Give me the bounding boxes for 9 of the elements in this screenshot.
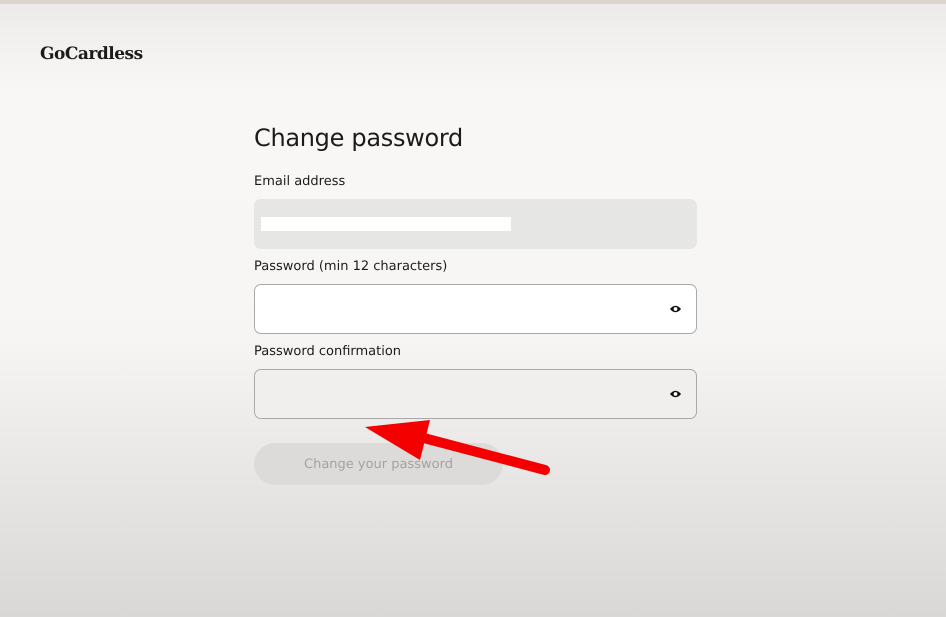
eye-icon[interactable] xyxy=(669,389,682,399)
field-label: Password (min 12 characters) xyxy=(254,259,448,274)
field-label: Email address xyxy=(254,174,346,189)
logo[interactable]: GoCardless xyxy=(40,44,143,64)
field-label: Password confirmation xyxy=(254,344,402,359)
input-field[interactable] xyxy=(254,284,697,334)
input-field[interactable] xyxy=(254,369,697,419)
eye-icon[interactable] xyxy=(669,304,682,314)
page-title: Change password xyxy=(254,124,464,152)
